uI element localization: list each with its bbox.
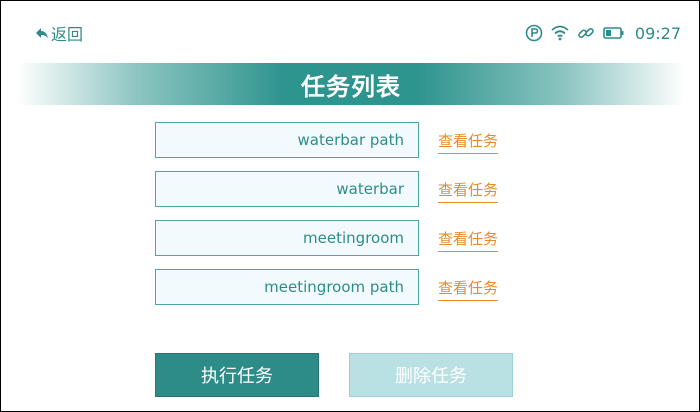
back-button[interactable]: 返回 — [35, 23, 84, 44]
delete-task-button[interactable]: 删除任务 — [349, 353, 513, 397]
view-task-link[interactable]: 查看任务 — [438, 228, 499, 252]
task-row: waterbar path 查看任务 — [155, 122, 515, 160]
back-label: 返回 — [51, 25, 84, 44]
task-row: waterbar 查看任务 — [155, 171, 515, 209]
link-icon — [577, 24, 595, 42]
view-task-link[interactable]: 查看任务 — [438, 179, 499, 203]
task-name-field[interactable]: waterbar — [155, 171, 419, 207]
app-screen: 返回 09:27 任务列表 waterbar path 查看任务 waterba… — [0, 0, 700, 412]
task-row: meetingroom 查看任务 — [155, 220, 515, 258]
parking-icon — [525, 24, 543, 42]
page-title: 任务列表 — [301, 72, 401, 101]
back-arrow-icon — [36, 28, 48, 38]
battery-icon — [603, 26, 625, 40]
wifi-icon — [551, 25, 569, 41]
execute-task-button[interactable]: 执行任务 — [155, 353, 319, 397]
view-task-link[interactable]: 查看任务 — [438, 277, 499, 301]
task-name-field[interactable]: meetingroom path — [155, 269, 419, 305]
task-name-field[interactable]: waterbar path — [155, 122, 419, 158]
status-time: 09:27 — [634, 23, 681, 43]
task-name-field[interactable]: meetingroom — [155, 220, 419, 256]
title-banner: 任务列表 — [17, 63, 685, 105]
view-task-link[interactable]: 查看任务 — [438, 130, 499, 154]
status-bar: 09:27 — [525, 23, 681, 43]
task-row: meetingroom path 查看任务 — [155, 269, 515, 307]
